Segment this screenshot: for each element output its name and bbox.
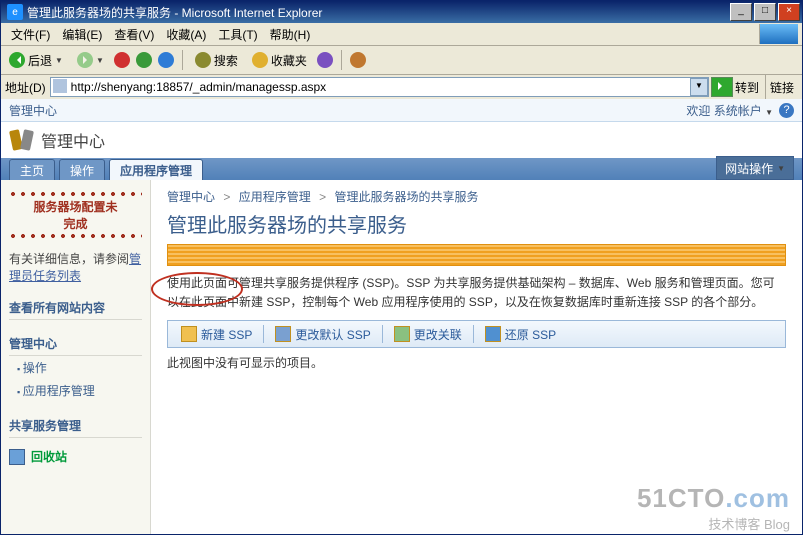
page-title: 管理此服务器场的共享服务 bbox=[167, 209, 786, 238]
quick-launch: 服务器场配置未 完成 有关详细信息，请参阅管理员任务列表 查看所有网站内容 管理… bbox=[1, 180, 151, 534]
change-default-ssp-button[interactable]: 更改默认 SSP bbox=[270, 324, 375, 345]
links-bar[interactable]: 链接 bbox=[765, 75, 798, 99]
media-button[interactable] bbox=[317, 52, 333, 68]
back-button[interactable]: 后退 ▼ bbox=[5, 50, 67, 71]
separator bbox=[263, 325, 264, 343]
site-actions-menu[interactable]: 网站操作▼ bbox=[716, 156, 794, 180]
view-all-content-link[interactable]: 查看所有网站内容 bbox=[9, 296, 142, 320]
warning-note: 有关详细信息，请参阅管理员任务列表 bbox=[9, 250, 142, 284]
back-label: 后退 bbox=[28, 52, 52, 69]
home-button[interactable] bbox=[158, 52, 174, 68]
refresh-button[interactable] bbox=[136, 52, 152, 68]
window-title: 管理此服务器场的共享服务 - Microsoft Internet Explor… bbox=[27, 4, 730, 21]
menu-help[interactable]: 帮助(H) bbox=[264, 24, 317, 45]
page-icon bbox=[53, 79, 67, 93]
star-icon bbox=[252, 52, 268, 68]
nav-operations[interactable]: 操作 bbox=[9, 356, 142, 379]
address-dropdown[interactable]: ▼ bbox=[690, 78, 708, 96]
new-ssp-button[interactable]: 新建 SSP bbox=[176, 324, 257, 345]
tab-home[interactable]: 主页 bbox=[9, 159, 55, 180]
default-icon bbox=[275, 326, 291, 342]
help-icon[interactable]: ? bbox=[779, 103, 794, 118]
main-content: 管理中心 > 应用程序管理 > 管理此服务器场的共享服务 管理此服务器场的共享服… bbox=[151, 180, 802, 534]
menu-favorites[interactable]: 收藏(A) bbox=[160, 24, 212, 45]
page-header: 管理中心 bbox=[1, 122, 802, 158]
standard-toolbar: 后退 ▼ ▼ 搜索 收藏夹 bbox=[1, 46, 802, 75]
tab-app-management[interactable]: 应用程序管理 bbox=[109, 159, 203, 180]
menu-edit[interactable]: 编辑(E) bbox=[56, 24, 108, 45]
favorites-label: 收藏夹 bbox=[271, 52, 307, 69]
forward-icon bbox=[77, 52, 93, 68]
close-button[interactable]: × bbox=[778, 3, 800, 21]
chevron-down-icon: ▼ bbox=[55, 56, 63, 65]
page-description: 使用此页面可管理共享服务提供程序 (SSP)。SSP 为共享服务提供基础架构 –… bbox=[167, 274, 786, 312]
breadcrumb: 管理中心 > 应用程序管理 > 管理此服务器场的共享服务 bbox=[167, 186, 786, 207]
search-label: 搜索 bbox=[214, 52, 238, 69]
search-icon bbox=[195, 52, 211, 68]
notification-bar bbox=[167, 244, 786, 266]
mail-button[interactable] bbox=[350, 52, 366, 68]
nav-header-admin: 管理中心 bbox=[9, 332, 142, 356]
go-label: 转到 bbox=[735, 79, 759, 96]
nav-app-management[interactable]: 应用程序管理 bbox=[9, 379, 142, 402]
restore-ssp-button[interactable]: 还原 SSP bbox=[480, 324, 561, 345]
tab-bar: 主页 操作 应用程序管理 网站操作▼ bbox=[1, 158, 802, 180]
link-icon bbox=[394, 326, 410, 342]
separator bbox=[182, 50, 183, 70]
address-input[interactable] bbox=[50, 77, 709, 97]
forward-button[interactable]: ▼ bbox=[73, 50, 108, 70]
address-bar: 地址(D) ▼ 转到 链接 bbox=[1, 75, 802, 100]
restore-icon bbox=[485, 326, 501, 342]
global-nav-left[interactable]: 管理中心 bbox=[9, 102, 686, 119]
menu-view[interactable]: 查看(V) bbox=[108, 24, 160, 45]
recycle-bin-link[interactable]: 回收站 bbox=[9, 448, 142, 465]
global-nav: 管理中心 欢迎 系统帐户 ▼ ? bbox=[1, 99, 802, 122]
separator bbox=[341, 50, 342, 70]
action-toolbar: 新建 SSP 更改默认 SSP 更改关联 还原 SS bbox=[167, 320, 786, 348]
breadcrumb-item[interactable]: 应用程序管理 bbox=[239, 190, 311, 204]
separator bbox=[473, 325, 474, 343]
separator bbox=[382, 325, 383, 343]
admin-logo-icon bbox=[11, 130, 35, 150]
address-label: 地址(D) bbox=[5, 79, 46, 96]
maximize-button[interactable]: □ bbox=[754, 3, 776, 21]
favorites-button[interactable]: 收藏夹 bbox=[248, 50, 311, 71]
ie-icon: e bbox=[7, 4, 23, 20]
menubar: 文件(F) 编辑(E) 查看(V) 收藏(A) 工具(T) 帮助(H) bbox=[1, 23, 802, 46]
new-icon bbox=[181, 326, 197, 342]
recycle-bin-icon bbox=[9, 449, 25, 465]
breadcrumb-item: 管理此服务器场的共享服务 bbox=[334, 190, 478, 204]
tab-operations[interactable]: 操作 bbox=[59, 159, 105, 180]
farm-config-warning: 服务器场配置未 完成 bbox=[9, 186, 142, 244]
back-icon bbox=[9, 52, 25, 68]
breadcrumb-item[interactable]: 管理中心 bbox=[167, 190, 215, 204]
titlebar: e 管理此服务器场的共享服务 - Microsoft Internet Expl… bbox=[1, 1, 802, 23]
browser-window: e 管理此服务器场的共享服务 - Microsoft Internet Expl… bbox=[0, 0, 803, 535]
minimize-button[interactable]: _ bbox=[730, 3, 752, 21]
empty-view-message: 此视图中没有可显示的项目。 bbox=[167, 354, 786, 371]
change-association-button[interactable]: 更改关联 bbox=[389, 324, 467, 345]
site-title[interactable]: 管理中心 bbox=[41, 128, 105, 152]
menu-file[interactable]: 文件(F) bbox=[5, 24, 56, 45]
menu-tools[interactable]: 工具(T) bbox=[212, 24, 263, 45]
watermark: 51CTO.com 技术博客 Blog bbox=[637, 483, 790, 533]
nav-header-ssp: 共享服务管理 bbox=[9, 414, 142, 438]
stop-button[interactable] bbox=[114, 52, 130, 68]
chevron-down-icon: ▼ bbox=[96, 56, 104, 65]
welcome-user[interactable]: 欢迎 系统帐户 ▼ bbox=[686, 102, 773, 119]
go-button[interactable] bbox=[711, 77, 733, 97]
page-content: 管理中心 欢迎 系统帐户 ▼ ? 管理中心 主页 操作 应用程序管理 网站操作▼… bbox=[1, 99, 802, 534]
ie-throbber bbox=[759, 24, 798, 44]
search-button[interactable]: 搜索 bbox=[191, 50, 242, 71]
